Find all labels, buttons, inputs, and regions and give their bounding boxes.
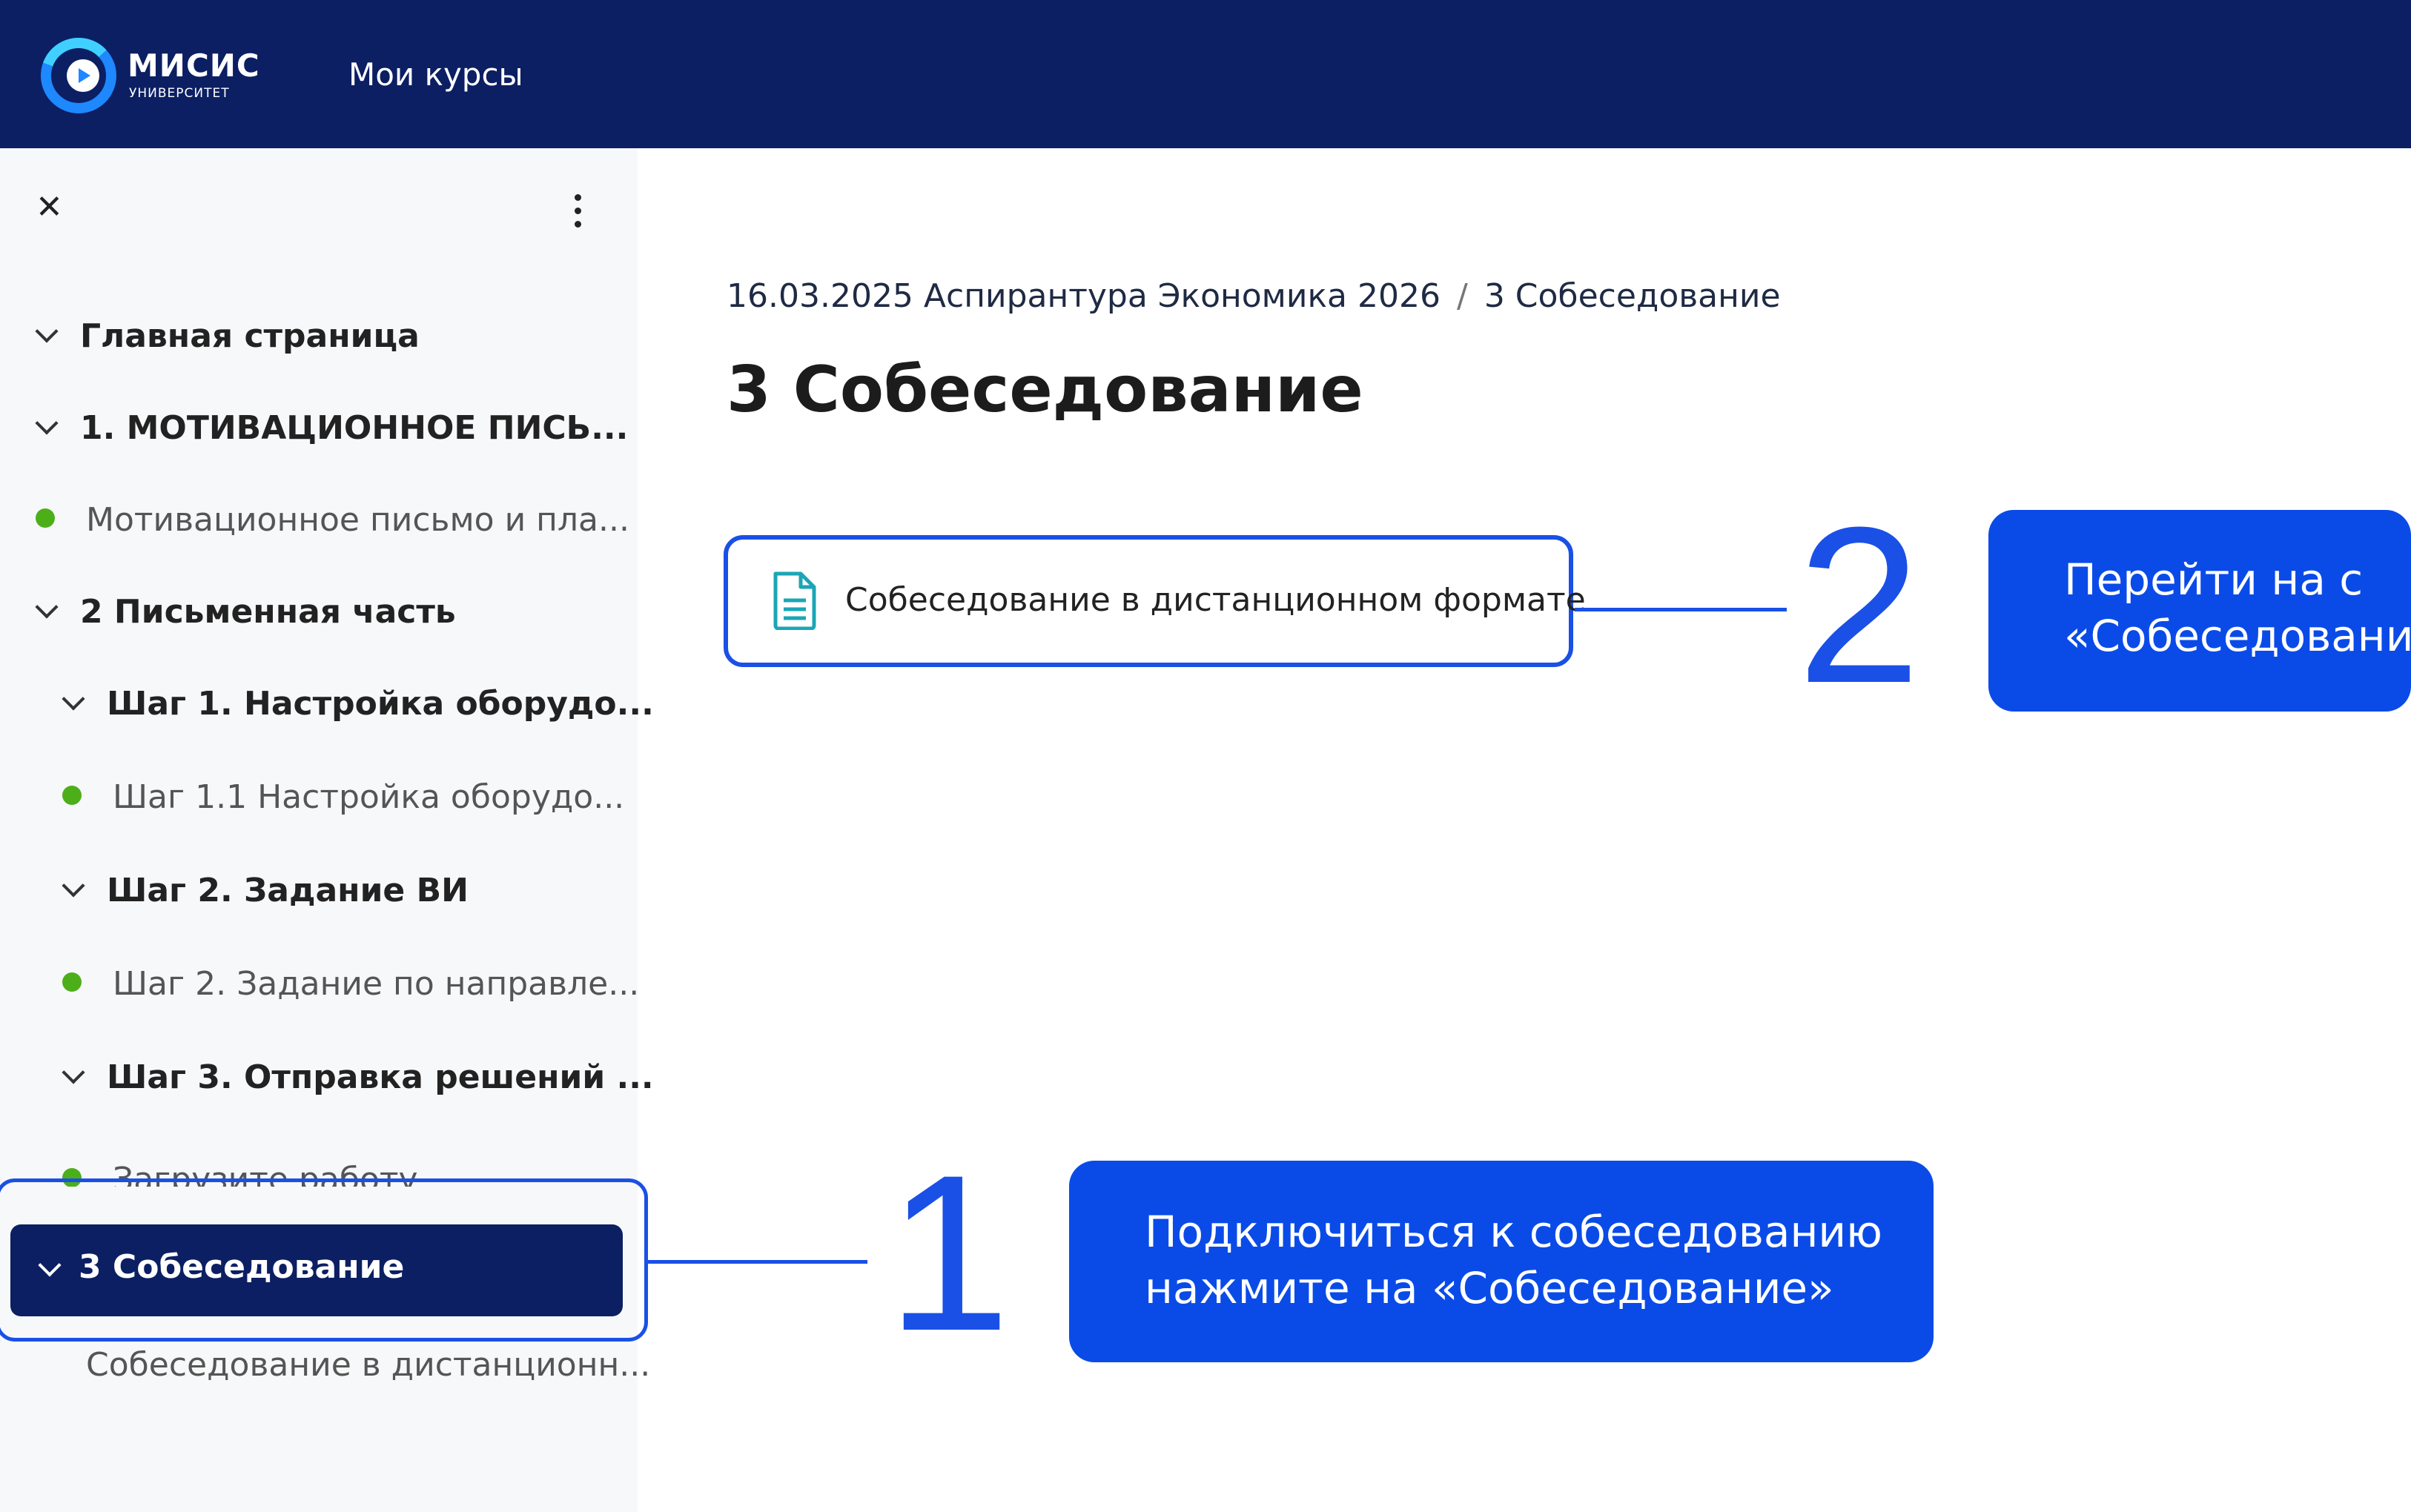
- breadcrumb-current[interactable]: 3 Собеседование: [1484, 277, 1781, 315]
- sidebar-section-written-part[interactable]: 2 Письменная часть: [35, 590, 456, 634]
- callout-step-2: Перейти на с «Собеседование: [1988, 510, 2411, 712]
- sidebar-item-label: Главная страница: [80, 317, 420, 355]
- sidebar-subsection-step2[interactable]: Шаг 2. Задание ВИ: [62, 869, 469, 913]
- completion-dot-icon: [36, 508, 55, 528]
- chevron-down-icon: [35, 319, 59, 343]
- sidebar-item-label: Шаг 3. Отправка решений ...: [107, 1058, 654, 1096]
- connector-line-1: [648, 1260, 867, 1264]
- completion-dot-icon: [62, 786, 82, 805]
- sidebar-subsection-step3[interactable]: Шаг 3. Отправка решений ...: [62, 1055, 654, 1100]
- sidebar-activity-remote-interview[interactable]: Собеседование в дистанционн...: [86, 1343, 650, 1387]
- sidebar-item-label: Собеседование в дистанционн...: [86, 1346, 651, 1384]
- highlight-frame-1: [0, 1178, 648, 1342]
- breadcrumb-separator: /: [1456, 277, 1468, 315]
- step-number-2: 2: [1797, 480, 1921, 729]
- callout-line: нажмите на «Собеседование»: [1145, 1263, 1834, 1313]
- sidebar-section-home[interactable]: Главная страница: [35, 314, 420, 359]
- chevron-down-icon: [35, 411, 59, 435]
- sidebar-activity-step2-task[interactable]: Шаг 2. Задание по направле...: [62, 962, 639, 1007]
- sidebar-activity-motivation-letter[interactable]: Мотивационное письмо и пла...: [36, 498, 629, 543]
- callout-line: «Собеседование: [2064, 611, 2411, 661]
- sidebar-item-label: 1. МОТИВАЦИОННОЕ ПИСЬ...: [80, 409, 629, 447]
- chevron-down-icon: [35, 595, 59, 619]
- callout-line: Подключиться к собеседованию: [1145, 1207, 1882, 1257]
- activity-label: Собеседование в дистанционном формате: [845, 581, 1586, 619]
- misis-logo[interactable]: МИСИС УНИВЕРСИТЕТ: [40, 37, 262, 119]
- callout-line: Перейти на с: [2064, 554, 2364, 605]
- breadcrumb: 16.03.2025 Аспирантура Экономика 2026 / 3 …: [727, 277, 1781, 315]
- sidebar-item-label: 2 Письменная часть: [80, 593, 456, 631]
- connector-line-2: [1575, 608, 1787, 611]
- more-options-icon[interactable]: [566, 191, 589, 231]
- document-icon: [773, 571, 816, 630]
- logo-name: МИСИС: [128, 47, 260, 84]
- sidebar-item-label: Шаг 2. Задание ВИ: [107, 872, 469, 909]
- callout-step-1: Подключиться к собеседованию нажмите на …: [1069, 1161, 1934, 1362]
- sidebar-subsection-step1[interactable]: Шаг 1. Настройка оборудо...: [62, 682, 654, 726]
- logo-subtitle: УНИВЕРСИТЕТ: [129, 86, 230, 101]
- sidebar-item-label: Шаг 2. Задание по направле...: [113, 965, 640, 1003]
- sidebar-item-label: Шаг 1. Настройка оборудо...: [107, 685, 654, 723]
- sidebar-item-label: Шаг 1.1 Настройка оборудо...: [113, 778, 625, 816]
- sidebar-activity-step1-1[interactable]: Шаг 1.1 Настройка оборудо...: [62, 775, 624, 820]
- sidebar-item-label: Мотивационное письмо и пла...: [86, 501, 629, 539]
- top-navbar: МИСИС УНИВЕРСИТЕТ Мои курсы: [0, 0, 2411, 148]
- chevron-down-icon: [62, 687, 85, 711]
- page-title: 3 Собеседование: [727, 353, 1363, 427]
- completion-dot-icon: [62, 972, 82, 992]
- breadcrumb-course-link[interactable]: 16.03.2025 Аспирантура Экономика 2026: [727, 277, 1441, 315]
- step-number-1: 1: [887, 1128, 1011, 1377]
- sidebar-section-motivation[interactable]: 1. МОТИВАЦИОННОЕ ПИСЬ...: [35, 406, 629, 451]
- activity-remote-interview-link[interactable]: Собеседование в дистанционном формате: [724, 535, 1586, 667]
- close-drawer-icon[interactable]: ✕: [36, 191, 63, 224]
- chevron-down-icon: [62, 1061, 85, 1084]
- chevron-down-icon: [62, 874, 85, 898]
- nav-my-courses[interactable]: Мои курсы: [348, 56, 523, 93]
- logo-mark-icon: [41, 37, 116, 113]
